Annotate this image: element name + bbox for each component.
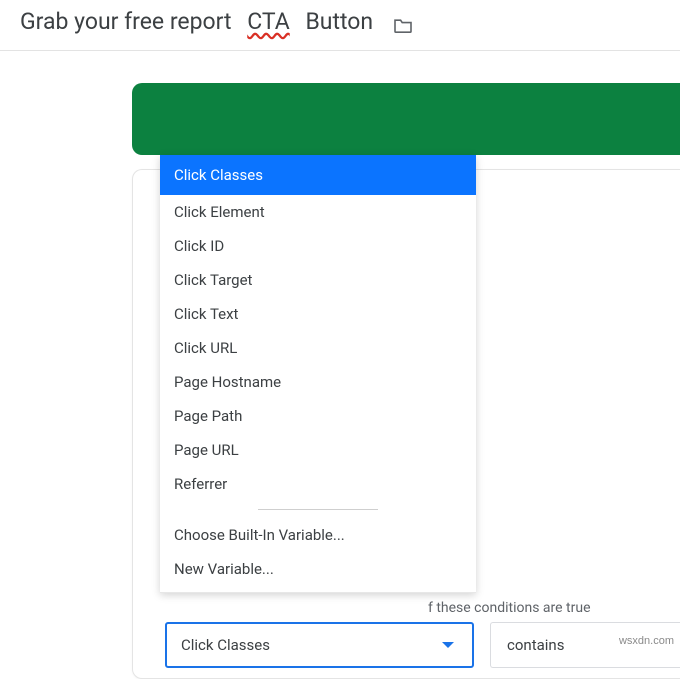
config-canvas: f these conditions are true Click Classe… (0, 51, 680, 81)
dropdown-item-referrer[interactable]: Referrer (160, 467, 476, 501)
variable-dropdown-panel: Click Classes Click Element Click ID Cli… (160, 155, 476, 593)
dropdown-item-click-text[interactable]: Click Text (160, 297, 476, 331)
dropdown-item-click-element[interactable]: Click Element (160, 195, 476, 229)
folder-icon[interactable] (393, 17, 413, 33)
dropdown-item-click-id[interactable]: Click ID (160, 229, 476, 263)
section-header-bar (132, 83, 680, 155)
trigger-title-part3[interactable]: Button (298, 8, 375, 38)
variable-select-value: Click Classes (181, 636, 270, 654)
page-header: Grab your free report CTA Button (0, 0, 680, 51)
operator-select-value: contains (507, 636, 564, 654)
dropdown-item-click-url[interactable]: Click URL (160, 331, 476, 365)
dropdown-item-page-hostname[interactable]: Page Hostname (160, 365, 476, 399)
trigger-title-part1[interactable]: Grab your free report (18, 8, 239, 38)
dropdown-item-click-classes[interactable]: Click Classes (160, 155, 476, 195)
variable-select[interactable]: Click Classes (165, 622, 474, 668)
dropdown-item-new-variable[interactable]: New Variable... (160, 552, 476, 586)
dropdown-divider (258, 509, 378, 510)
dropdown-item-page-path[interactable]: Page Path (160, 399, 476, 433)
chevron-down-icon (442, 642, 454, 648)
dropdown-item-page-url[interactable]: Page URL (160, 433, 476, 467)
watermark-text: wsxdn.com (619, 635, 674, 647)
dropdown-item-choose-builtin[interactable]: Choose Built-In Variable... (160, 518, 476, 552)
trigger-title-part2-spellcheck[interactable]: CTA (245, 8, 292, 38)
conditions-helper-text: f these conditions are true (428, 600, 591, 616)
dropdown-item-click-target[interactable]: Click Target (160, 263, 476, 297)
